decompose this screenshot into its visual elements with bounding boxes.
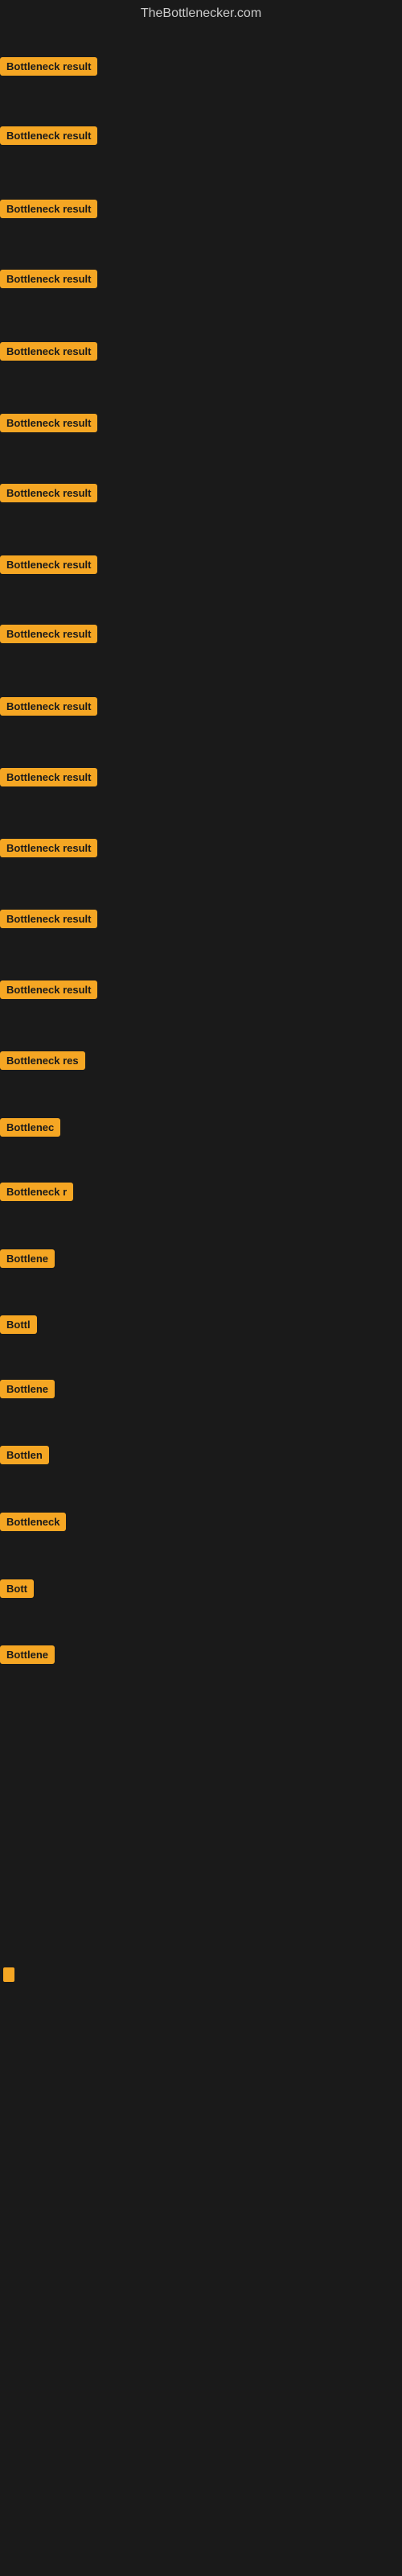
bottleneck-item-2: Bottleneck result bbox=[0, 126, 97, 149]
bottleneck-badge-1[interactable]: Bottleneck result bbox=[0, 57, 97, 76]
bottleneck-badge-2[interactable]: Bottleneck result bbox=[0, 126, 97, 145]
bottleneck-badge-24[interactable]: Bottlene bbox=[0, 1645, 55, 1664]
bottleneck-badge-19[interactable]: Bottl bbox=[0, 1315, 37, 1334]
bottleneck-item-12: Bottleneck result bbox=[0, 839, 97, 861]
bottleneck-badge-16[interactable]: Bottlenec bbox=[0, 1118, 60, 1137]
bottleneck-badge-9[interactable]: Bottleneck result bbox=[0, 625, 97, 643]
bottleneck-badge-8[interactable]: Bottleneck result bbox=[0, 555, 97, 574]
bottleneck-item-9: Bottleneck result bbox=[0, 625, 97, 647]
bottleneck-item-11: Bottleneck result bbox=[0, 768, 97, 791]
bottleneck-item-7: Bottleneck result bbox=[0, 484, 97, 506]
site-title: TheBottlenecker.com bbox=[0, 0, 402, 27]
bottleneck-badge-6[interactable]: Bottleneck result bbox=[0, 414, 97, 432]
items-container: Bottleneck result Bottleneck result Bottle… bbox=[0, 27, 402, 1798]
bottleneck-item-17: Bottleneck r bbox=[0, 1183, 73, 1205]
bottleneck-item-16: Bottlenec bbox=[0, 1118, 60, 1141]
bottleneck-item-23: Bott bbox=[0, 1579, 34, 1602]
bottleneck-item-20: Bottlene bbox=[0, 1380, 55, 1402]
bottleneck-badge-23[interactable]: Bott bbox=[0, 1579, 34, 1598]
tiny-badge-bottom bbox=[0, 1967, 402, 1986]
spacer-1 bbox=[0, 1798, 402, 1959]
bottleneck-badge-13[interactable]: Bottleneck result bbox=[0, 910, 97, 928]
bottleneck-item-14: Bottleneck result bbox=[0, 980, 97, 1003]
bottleneck-item-5: Bottleneck result bbox=[0, 342, 97, 365]
bottleneck-item-18: Bottlene bbox=[0, 1249, 55, 1272]
bottleneck-item-4: Bottleneck result bbox=[0, 270, 97, 292]
bottleneck-item-24: Bottlene bbox=[0, 1645, 55, 1668]
tiny-indicator bbox=[3, 1967, 14, 1982]
bottleneck-badge-22[interactable]: Bottleneck bbox=[0, 1513, 66, 1531]
bottleneck-badge-14[interactable]: Bottleneck result bbox=[0, 980, 97, 999]
bottleneck-badge-15[interactable]: Bottleneck res bbox=[0, 1051, 85, 1070]
bottleneck-item-22: Bottleneck bbox=[0, 1513, 66, 1535]
bottleneck-badge-11[interactable]: Bottleneck result bbox=[0, 768, 97, 786]
bottleneck-item-1: Bottleneck result bbox=[0, 57, 97, 80]
bottleneck-badge-4[interactable]: Bottleneck result bbox=[0, 270, 97, 288]
bottleneck-item-6: Bottleneck result bbox=[0, 414, 97, 436]
bottleneck-badge-3[interactable]: Bottleneck result bbox=[0, 200, 97, 218]
bottleneck-item-8: Bottleneck result bbox=[0, 555, 97, 578]
bottleneck-badge-7[interactable]: Bottleneck result bbox=[0, 484, 97, 502]
bottleneck-item-19: Bottl bbox=[0, 1315, 37, 1338]
bottleneck-badge-20[interactable]: Bottlene bbox=[0, 1380, 55, 1398]
chart-area bbox=[0, 2002, 402, 2566]
bottleneck-badge-21[interactable]: Bottlen bbox=[0, 1446, 49, 1464]
bottleneck-badge-10[interactable]: Bottleneck result bbox=[0, 697, 97, 716]
bottleneck-item-13: Bottleneck result bbox=[0, 910, 97, 932]
bottleneck-badge-18[interactable]: Bottlene bbox=[0, 1249, 55, 1268]
bottleneck-item-15: Bottleneck res bbox=[0, 1051, 85, 1074]
bottleneck-badge-17[interactable]: Bottleneck r bbox=[0, 1183, 73, 1201]
bottleneck-item-3: Bottleneck result bbox=[0, 200, 97, 222]
bottleneck-item-10: Bottleneck result bbox=[0, 697, 97, 720]
bottleneck-badge-12[interactable]: Bottleneck result bbox=[0, 839, 97, 857]
bottleneck-badge-5[interactable]: Bottleneck result bbox=[0, 342, 97, 361]
bottleneck-item-21: Bottlen bbox=[0, 1446, 49, 1468]
